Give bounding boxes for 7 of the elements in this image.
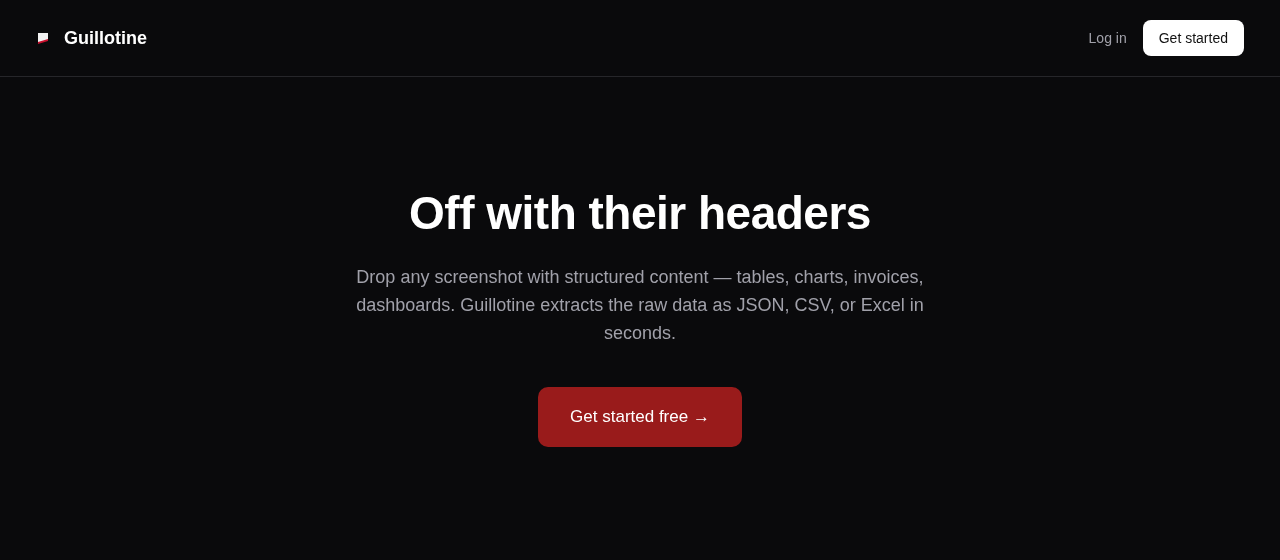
logo-icon	[36, 31, 50, 45]
get-started-free-button[interactable]: Get started free →	[538, 387, 742, 447]
login-link[interactable]: Log in	[1088, 27, 1127, 49]
get-started-button[interactable]: Get started	[1142, 20, 1244, 56]
brand-name: Guillotine	[64, 26, 147, 50]
hero-subtitle: Drop any screenshot with structured content — tables, charts, invoices, dashboards. Guillotine extracts the raw data as JSON, CSV, or Excel in seconds.	[355, 266, 925, 345]
hero-title: Off with their headers	[409, 186, 871, 241]
